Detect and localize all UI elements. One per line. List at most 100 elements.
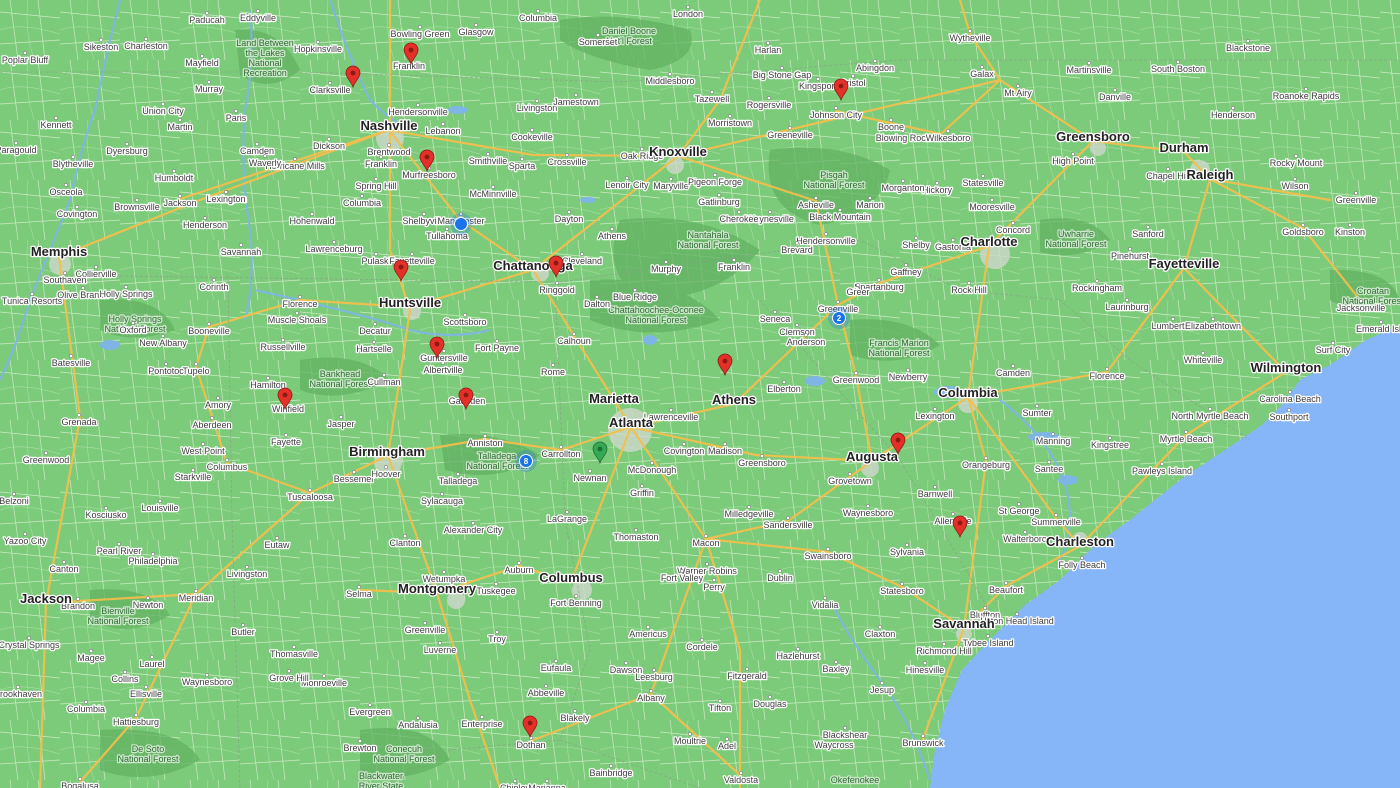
city-label: LaGrange: [547, 514, 587, 524]
pin-center: [398, 264, 404, 270]
city-label: McDonough: [628, 465, 677, 475]
major-city-huntsville[interactable]: Huntsville: [378, 294, 443, 312]
city-label: Blowing Rock: [876, 133, 931, 143]
major-city-savannah[interactable]: Savannah: [932, 615, 996, 633]
city-label: Morristown: [708, 118, 752, 128]
pin-center: [957, 520, 963, 526]
city-label: Greenwood: [833, 375, 880, 385]
city-label: Pawleys Island: [1132, 466, 1192, 476]
city-label: Walterboro: [1003, 534, 1047, 544]
major-city-nashville[interactable]: Nashville: [359, 117, 419, 135]
city-label: Adel: [718, 741, 736, 751]
city-label: Wilson: [1281, 181, 1308, 191]
city-label: Roanoke Rapids: [1273, 91, 1340, 101]
city-label: Tuskegee: [476, 586, 515, 596]
map-canvas[interactable]: Daniel Boone Nat'l ForestLand Between the …: [0, 0, 1400, 788]
city-label: Booneville: [188, 326, 230, 336]
major-city-jackson[interactable]: Jackson: [19, 590, 74, 608]
major-city-columbia[interactable]: Columbia: [937, 384, 1000, 402]
city-label: Humboldt: [155, 173, 194, 183]
major-city-atlanta[interactable]: Atlanta: [608, 414, 655, 432]
major-city-fayetteville[interactable]: Fayetteville: [1147, 255, 1220, 273]
city-label: Folly Beach: [1058, 560, 1105, 570]
major-city-charleston[interactable]: Charleston: [1045, 533, 1116, 551]
city-label: Russellville: [260, 342, 305, 352]
city-label: Sikeston: [84, 42, 119, 52]
city-label: Southport: [1269, 412, 1309, 422]
city-label: Albany: [637, 693, 665, 703]
city-label: Carolina Beach: [1259, 394, 1321, 404]
city-label: Greeneville: [767, 130, 813, 140]
city-label: Summerville: [1031, 517, 1081, 527]
city-label: Kingstree: [1091, 440, 1129, 450]
city-label: Manning: [1036, 436, 1071, 446]
city-label: Belzoni: [0, 496, 29, 506]
city-label: Murphy: [651, 264, 682, 274]
city-label: Cordele: [686, 642, 718, 652]
city-label: Philadelphia: [128, 556, 177, 566]
city-label: Goldsboro: [1282, 227, 1324, 237]
city-label: Decatur: [359, 326, 391, 336]
city-label: Sylacauga: [421, 496, 463, 506]
city-label: Tuscaloosa: [287, 492, 333, 502]
cluster-greenville-sc[interactable]: 2: [828, 307, 850, 329]
city-label: Eddyville: [240, 13, 276, 23]
city-label: Ellisville: [130, 689, 162, 699]
city-label: Paris: [226, 113, 247, 123]
city-label: Cherokee: [719, 214, 758, 224]
city-label: Brentwood: [367, 147, 410, 157]
city-label: Beaufort: [989, 585, 1024, 595]
city-label: Harlan: [755, 45, 782, 55]
city-label: Jacksonville: [1337, 303, 1386, 313]
city-label: Florence: [282, 299, 317, 309]
city-label: Anderson: [787, 337, 826, 347]
city-label: Morganton: [881, 183, 924, 193]
major-city-greensboro[interactable]: Greensboro: [1055, 128, 1131, 146]
city-label: Blytheville: [53, 159, 94, 169]
major-city-athens[interactable]: Athens: [711, 391, 758, 409]
city-label: Murfreesboro: [402, 170, 456, 180]
city-label: Abingdon: [856, 63, 894, 73]
city-label: Scottsboro: [443, 317, 486, 327]
city-label: Newberry: [889, 372, 928, 382]
major-city-knoxville[interactable]: Knoxville: [648, 143, 708, 161]
city-label: Jamestown: [553, 97, 599, 107]
city-label: Eufaula: [541, 663, 572, 673]
major-city-wilmington[interactable]: Wilmington: [1249, 359, 1322, 377]
major-city-raleigh[interactable]: Raleigh: [1185, 166, 1235, 184]
pin-center: [408, 47, 414, 53]
city-label: Kinston: [1335, 227, 1365, 237]
city-label: Shelby: [902, 240, 930, 250]
city-label: Pinehurst: [1111, 251, 1150, 261]
major-city-durham[interactable]: Durham: [1158, 139, 1210, 157]
city-label: Seneca: [760, 314, 791, 324]
city-label: Abbeville: [528, 688, 565, 698]
city-label: Talladega: [439, 476, 478, 486]
city-label: Murray: [195, 84, 224, 94]
cluster-manchester[interactable]: [450, 213, 472, 235]
city-label: Barnwell: [918, 489, 953, 499]
city-label: Poplar Bluff: [2, 55, 49, 65]
major-city-marietta[interactable]: Marietta: [588, 390, 641, 408]
city-label: Paducah: [189, 15, 225, 25]
major-city-augusta[interactable]: Augusta: [845, 448, 900, 466]
major-city-columbus[interactable]: Columbus: [538, 569, 604, 587]
major-city-montgomery[interactable]: Montgomery: [397, 580, 478, 598]
city-label: Southaven: [43, 275, 86, 285]
city-label: Waverly: [249, 158, 282, 168]
major-city-birmingham[interactable]: Birmingham: [348, 443, 426, 461]
city-label: Waynesboro: [182, 677, 232, 687]
city-label: Crossville: [547, 157, 586, 167]
major-city-charlotte[interactable]: Charlotte: [959, 233, 1019, 251]
city-label: Myrtle Beach: [1160, 434, 1213, 444]
city-label: Tunica Resorts: [2, 296, 63, 306]
city-label: Pigeon Forge: [688, 177, 742, 187]
city-label: Dublin: [767, 573, 793, 583]
cluster-carrollton[interactable]: 8: [515, 450, 537, 472]
pin-center: [553, 260, 559, 266]
city-label: Blakely: [560, 713, 590, 723]
city-label: Newton: [133, 600, 164, 610]
major-city-memphis[interactable]: Memphis: [30, 243, 89, 261]
city-label: Asheville: [798, 200, 834, 210]
city-label: Greenville: [1336, 195, 1377, 205]
